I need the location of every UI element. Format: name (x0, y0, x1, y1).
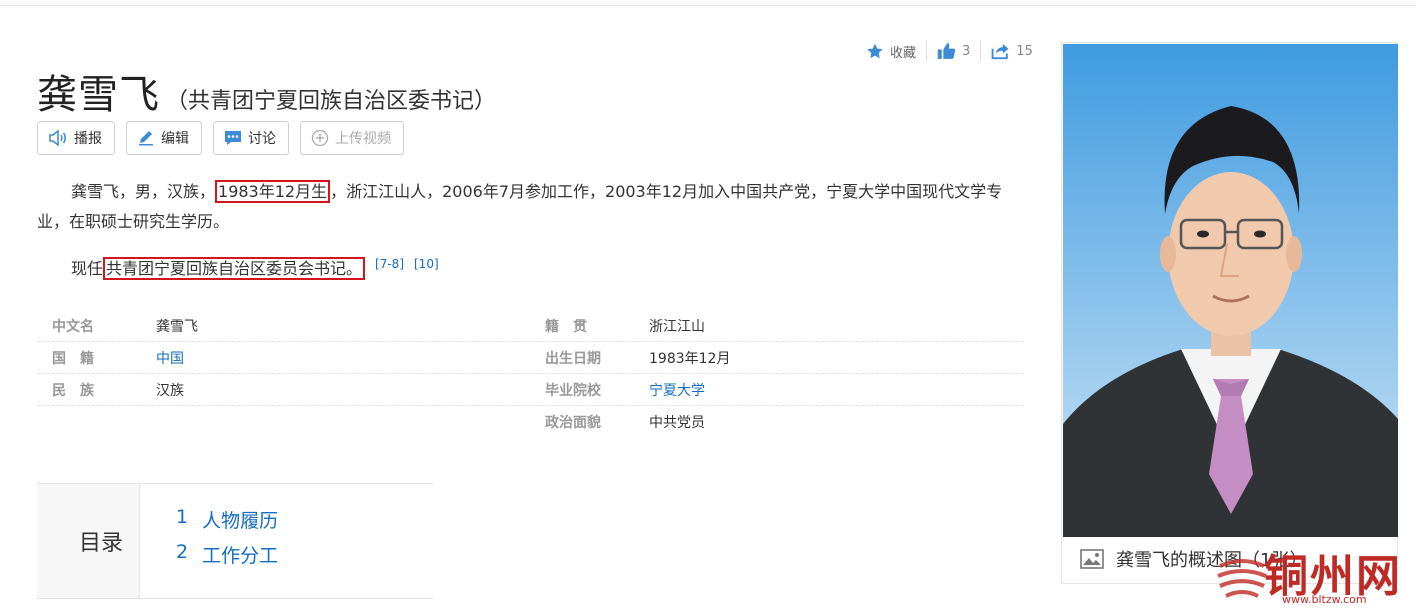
entry-subtitle: （共青团宁夏回族自治区委书记） (166, 89, 497, 114)
catalog-item-label: 工作分工 (202, 545, 279, 567)
catalog-item[interactable]: 1 人物履历 (176, 506, 278, 541)
info-row: 民 族 汉族 毕业院校 宁夏大学 (37, 374, 1024, 406)
share-icon (991, 43, 1009, 59)
info-value: 浙江江山 (649, 318, 705, 335)
reference-link[interactable]: [7-8] (375, 257, 404, 271)
like-button[interactable]: 3 (926, 40, 980, 62)
summary-paragraph-1: 龚雪飞，男，汉族， 1983年12月生 ，浙江江山人，2006年7月参加工作，200… (37, 177, 1022, 237)
page-actions: 收藏 3 15 (864, 38, 1043, 64)
catalog-list: 1 人物履历 2 工作分工 (140, 484, 278, 598)
top-divider (0, 0, 1416, 6)
catalog-item-number: 1 (176, 506, 189, 528)
chat-icon (225, 131, 241, 145)
info-label: 政治面貌 (545, 415, 601, 431)
edit-button[interactable]: 编辑 (126, 121, 202, 155)
catalog-item-label: 人物履历 (202, 510, 279, 532)
watermark-logo (1217, 559, 1267, 598)
basic-info-table: 中文名 龚雪飞 籍 贯 浙江江山 国 籍 中国 出生日期 1983年12月 民 族 汉族 … (37, 310, 1024, 438)
catalog: 目录 1 人物履历 2 工作分工 (37, 483, 433, 599)
favorite-label: 收藏 (890, 45, 917, 61)
discuss-button[interactable]: 讨论 (213, 121, 289, 155)
info-value: 中共党员 (649, 415, 705, 431)
info-value-link[interactable]: 中国 (156, 348, 184, 368)
info-row: 国 籍 中国 出生日期 1983年12月 (37, 342, 1024, 374)
entry-title: 龚雪飞 （共青团宁夏回族自治区委书记） (37, 62, 496, 120)
edit-label: 编辑 (161, 131, 189, 147)
info-label: 出生日期 (545, 350, 601, 367)
entry-name: 龚雪飞 (37, 72, 160, 118)
catalog-item-number: 2 (176, 541, 189, 563)
share-count: 15 (1016, 43, 1033, 59)
broadcast-button[interactable]: 播报 (37, 121, 115, 155)
catalog-item[interactable]: 2 工作分工 (176, 541, 278, 576)
summary-text: 现任 (71, 259, 104, 278)
info-label: 毕业院校 (545, 382, 601, 399)
watermark: 铜州网 www.bltzw.com (1212, 538, 1412, 610)
info-label: 国 籍 (52, 350, 94, 367)
reference-link[interactable]: [10] (414, 257, 439, 271)
speaker-icon (49, 130, 66, 146)
info-value-link[interactable]: 宁夏大学 (649, 380, 705, 400)
info-row: 政治面貌 中共党员 (37, 406, 1024, 438)
info-label: 民 族 (52, 382, 94, 399)
info-label: 籍 贯 (545, 318, 587, 335)
catalog-title: 目录 (37, 484, 140, 598)
position-highlight: 共青团宁夏回族自治区委员会书记。 (103, 257, 366, 280)
watermark-url: www.bltzw.com (1282, 593, 1367, 606)
thumbs-up-icon (937, 43, 956, 59)
info-label: 中文名 (52, 318, 94, 335)
like-count: 3 (962, 43, 971, 59)
share-button[interactable]: 15 (980, 40, 1043, 62)
discuss-label: 讨论 (248, 131, 276, 147)
broadcast-label: 播报 (74, 131, 102, 147)
plus-circle-icon (311, 129, 329, 147)
info-value: 汉族 (156, 382, 184, 399)
pencil-icon (139, 131, 153, 146)
summary-text: 龚雪飞，男，汉族， (71, 182, 216, 201)
info-row: 中文名 龚雪飞 籍 贯 浙江江山 (37, 310, 1024, 342)
upload-video-label: 上传视频 (335, 131, 391, 147)
info-value: 龚雪飞 (156, 318, 198, 335)
favorite-button[interactable]: 收藏 (864, 40, 926, 62)
entry-toolbar: 播报 编辑 讨论 上传视频 (37, 121, 404, 155)
portrait-photo[interactable] (1063, 44, 1398, 537)
upload-video-button[interactable]: 上传视频 (300, 121, 404, 155)
birth-highlight: 1983年12月生 (215, 180, 331, 203)
image-icon (1080, 549, 1104, 569)
star-icon (867, 43, 883, 58)
summary-paragraph-2: 现任 共青团宁夏回族自治区委员会书记。 [7-8] [10] (37, 254, 1022, 284)
info-value: 1983年12月 (649, 350, 731, 367)
summary-picture[interactable]: 龚雪飞的概述图（1张） (1061, 42, 1398, 584)
